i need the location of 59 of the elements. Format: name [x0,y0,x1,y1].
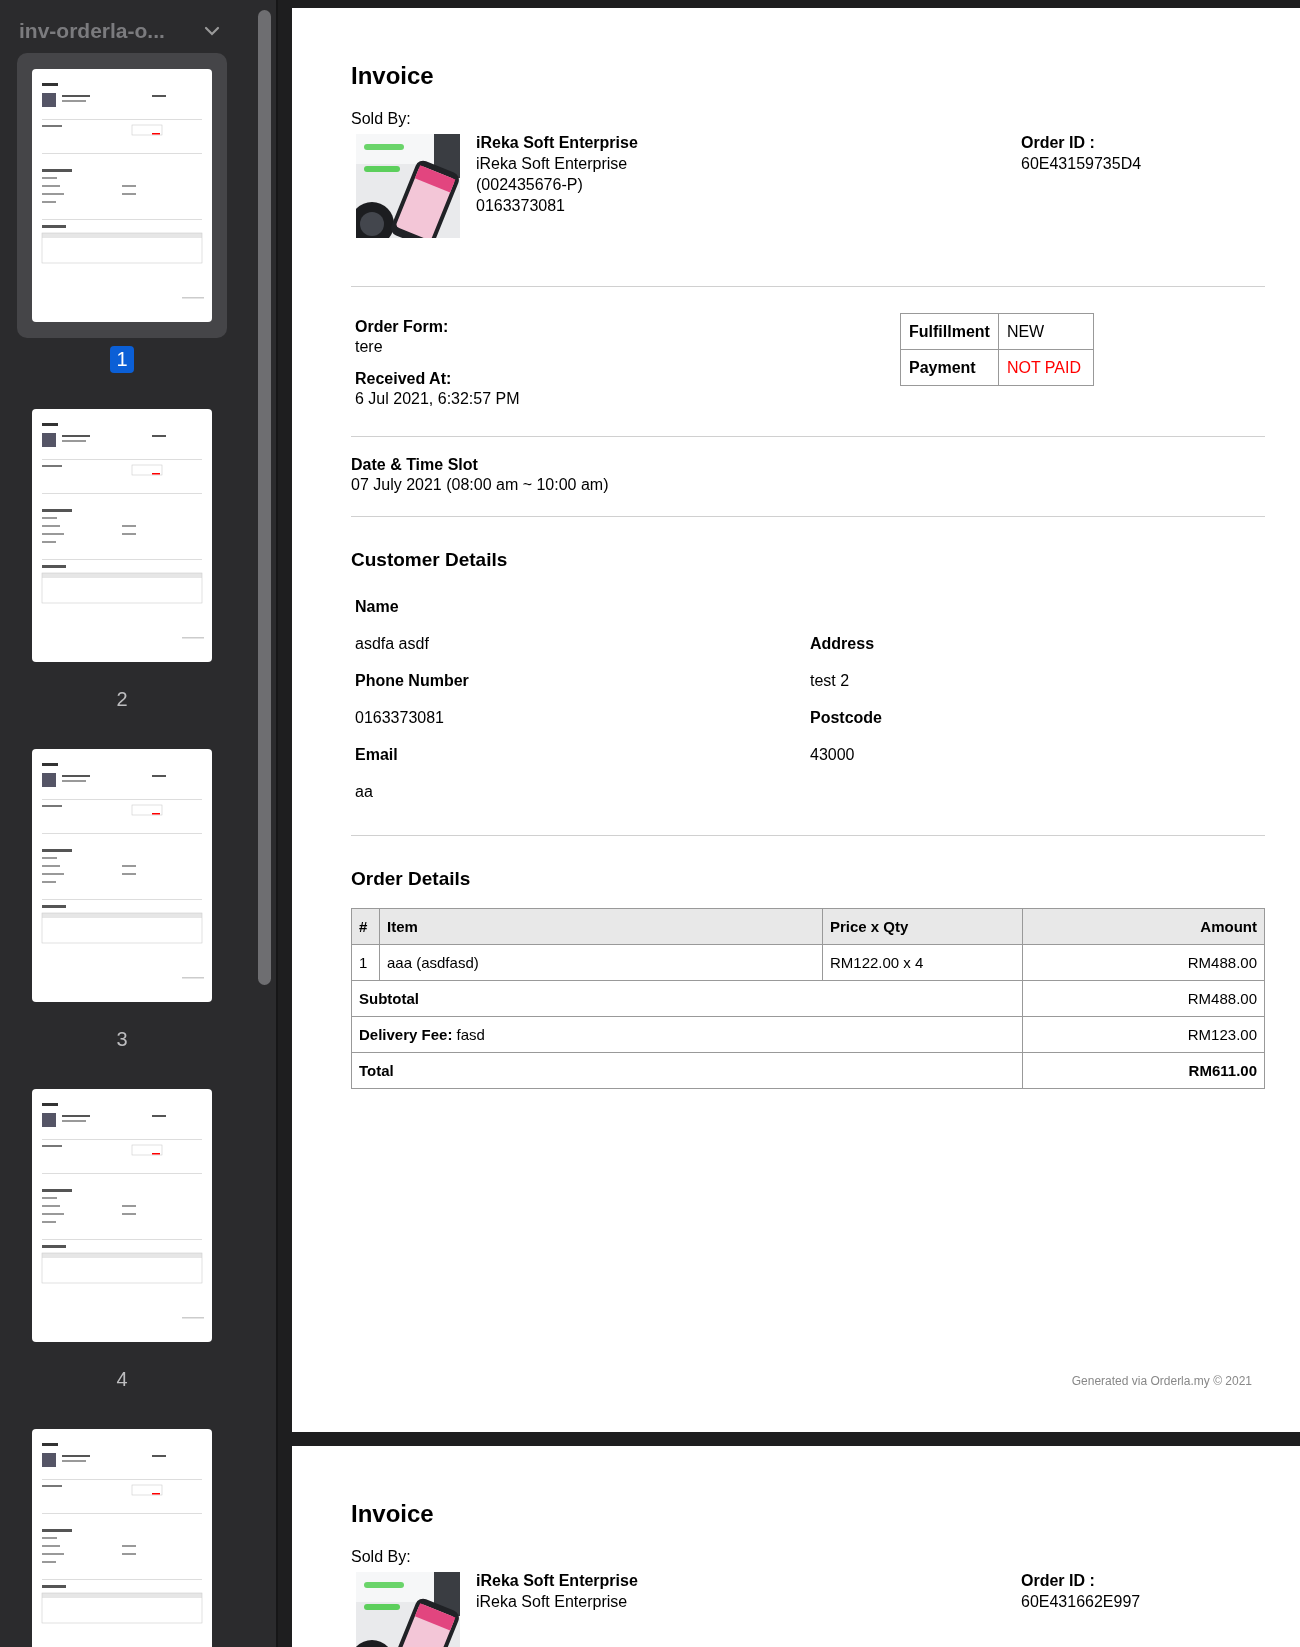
order-id-label: Order ID : [1021,133,1096,153]
field-label: Phone Number [355,671,470,691]
status-value: NEW [998,313,1094,350]
page-number: 1 [110,346,134,373]
table-cell: RM488.00 [1022,944,1265,981]
order-id: 60E43159735D4 [1021,154,1142,174]
status-label: Payment [900,349,999,386]
field-label: Postcode [810,708,883,728]
received-label: Received At: [355,369,453,389]
sold-by-label: Sold By: [351,110,412,128]
field-label: Address [810,634,876,654]
seller-info: iReka Soft Enterprise [476,1592,629,1612]
field-label: Name [355,597,400,617]
section-title: Customer Details [351,549,509,571]
summary-amount: RM611.00 [1022,1052,1265,1089]
section-title: Order Details [351,868,472,890]
time-slot-value: 07 July 2021 (08:00 am ~ 10:00 am) [351,475,610,495]
invoice-title: Invoice [351,62,435,90]
field-label: Email [355,745,399,765]
field-value: 0163373081 [355,708,445,728]
time-slot-label: Date & Time Slot [351,455,479,475]
summary-amount: RM488.00 [1022,980,1265,1017]
table-cell: aaa (asdfasd) [379,944,823,981]
sold-by-label: Sold By: [351,1548,412,1566]
column-header: Price x Qty [822,908,1023,945]
seller-info: iReka Soft Enterprise [476,154,629,174]
seller-info: iReka Soft Enterprise [476,1571,639,1591]
summary-label: Total [351,1052,1023,1089]
column-header: Item [379,908,823,945]
seller-info: (002435676-P) [476,175,584,195]
column-header: # [351,908,380,945]
scrollbar[interactable] [258,10,271,985]
received-value: 6 Jul 2021, 6:32:57 PM [355,389,521,409]
status-label: Fulfillment [900,313,999,350]
summary-label: Delivery Fee: fasd [351,1016,1023,1053]
page-number: 4 [115,1367,129,1392]
field-value: test 2 [810,671,851,691]
column-header: Amount [1022,908,1265,945]
file-title: inv-orderla-o... [19,19,165,43]
order-form-value: tere [355,337,384,357]
page-footer: Generated via Orderla.my © 2021 [1071,1374,1252,1388]
field-value: asdfa asdf [355,634,430,654]
invoice-title: Invoice [351,1500,435,1528]
page-number: 3 [115,1027,129,1052]
summary-label: Subtotal [351,980,1023,1017]
page-thumbnail[interactable] [17,53,227,338]
table-cell: RM122.00 x 4 [822,944,1023,981]
order-form-label: Order Form: [355,317,450,337]
order-id: 60E431662E997 [1021,1592,1141,1612]
summary-amount: RM123.00 [1022,1016,1265,1053]
status-value: NOT PAID [998,349,1094,386]
chevron-down-icon[interactable] [204,26,220,36]
order-id-label: Order ID : [1021,1571,1096,1591]
page-number: 2 [115,687,129,712]
field-value: 43000 [810,745,856,765]
field-value: aa [355,782,374,802]
table-cell: 1 [351,944,380,981]
seller-info: 0163373081 [476,196,566,216]
seller-info: iReka Soft Enterprise [476,133,639,153]
